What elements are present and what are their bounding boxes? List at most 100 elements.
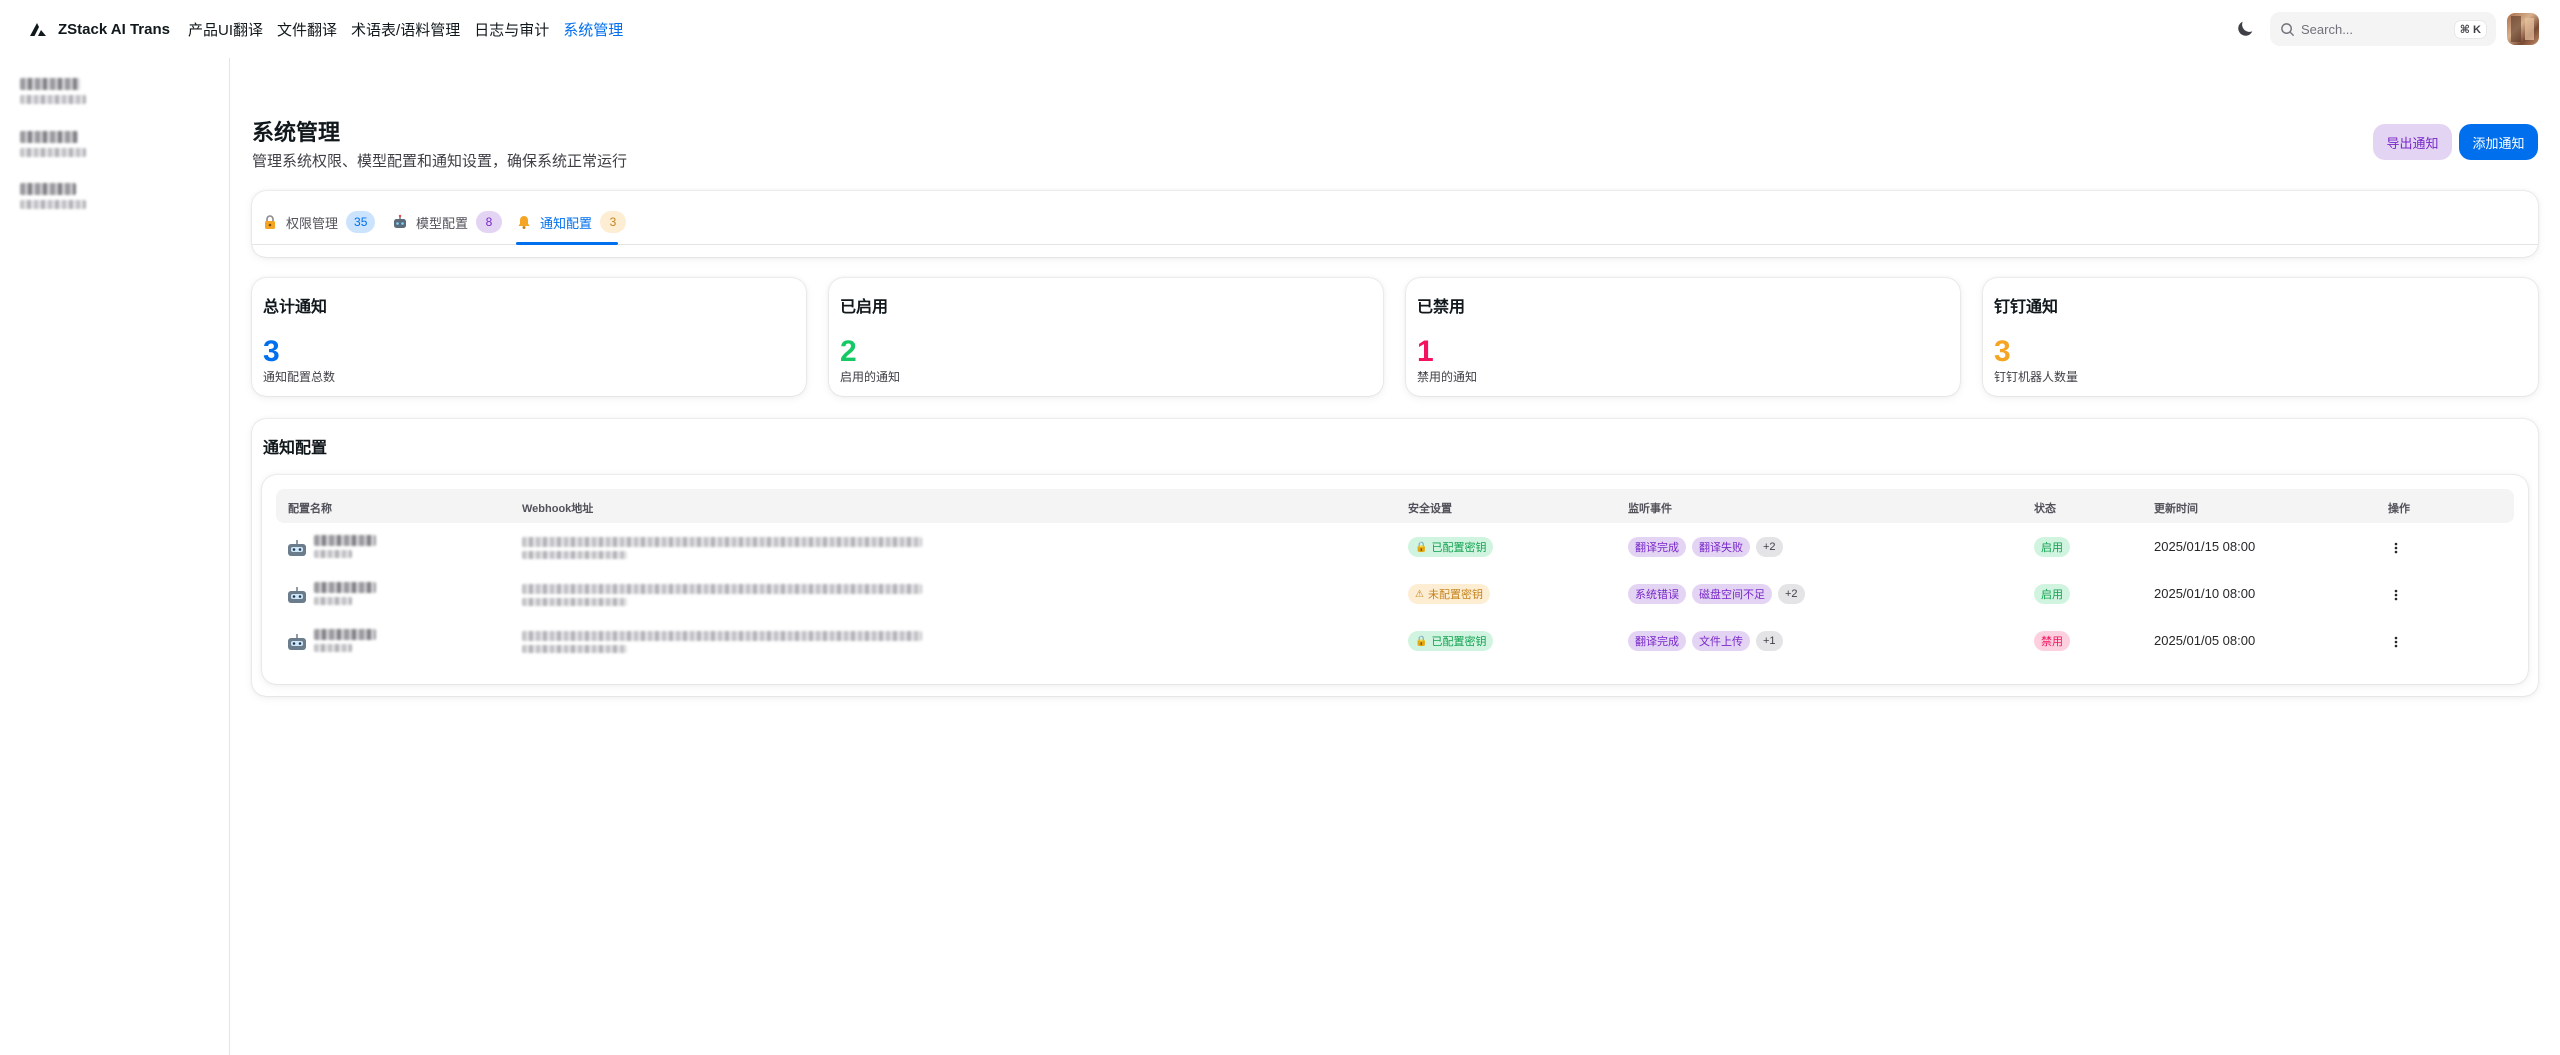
export-button[interactable]: 导出通知 <box>2373 124 2452 160</box>
events-cell: 系统错误 磁盘空间不足 +2 <box>1628 584 1811 604</box>
more-actions-icon[interactable] <box>2384 630 2408 654</box>
status-cell: 启用 <box>2034 584 2076 604</box>
security-label: 已配置密钥 <box>1431 636 1487 648</box>
stat-card-enabled: 已启用 2 启用的通知 <box>829 278 1383 396</box>
table-row[interactable]: 🔒 已配置密钥 翻译完成 文件上传 +1 禁用 2025/01/05 08:00 <box>276 619 2514 665</box>
more-events-badge[interactable]: +1 <box>1756 631 1783 651</box>
status-badge: 启用 <box>2034 537 2070 557</box>
status-cell: 启用 <box>2034 537 2076 557</box>
active-tab-indicator <box>516 242 618 245</box>
nav-item-file-translation[interactable]: 文件翻译 <box>277 19 337 40</box>
notification-table: 配置名称 Webhook地址 安全设置 监听事件 状态 更新时间 操作 🔒 已配… <box>262 475 2528 684</box>
status-cell: 禁用 <box>2034 631 2076 651</box>
nav-item-system-admin[interactable]: 系统管理 <box>563 19 623 40</box>
column-header[interactable]: 状态 <box>2034 500 2056 516</box>
column-header[interactable]: 监听事件 <box>1628 500 1672 516</box>
table-header: 配置名称 Webhook地址 安全设置 监听事件 状态 更新时间 操作 <box>276 489 2514 523</box>
nav-item-ui-translation[interactable]: 产品UI翻译 <box>188 19 263 40</box>
search-shortcut: ⌘ K <box>2454 20 2486 38</box>
stat-value: 3 <box>263 335 280 368</box>
webhook-url-redacted <box>522 584 922 606</box>
notification-config-card: 通知配置 配置名称 Webhook地址 安全设置 监听事件 状态 更新时间 操作 <box>252 419 2538 696</box>
stat-card-total: 总计通知 3 通知配置总数 <box>252 278 806 396</box>
config-name-redacted <box>314 535 376 558</box>
security-badge: ⚠ 未配置密钥 <box>1408 584 1490 604</box>
events-cell: 翻译完成 文件上传 +1 <box>1628 631 1789 651</box>
stat-value: 1 <box>1417 335 1434 368</box>
event-tag: 磁盘空间不足 <box>1692 584 1772 604</box>
stat-value: 3 <box>1994 335 2011 368</box>
status-badge: 启用 <box>2034 584 2070 604</box>
more-actions-icon[interactable] <box>2384 536 2408 560</box>
stat-label: 启用的通知 <box>840 370 901 384</box>
stat-title: 已禁用 <box>1417 299 1466 316</box>
logo-icon <box>30 23 46 36</box>
updated-time: 2025/01/05 08:00 <box>2154 633 2256 648</box>
robot-icon <box>288 587 306 603</box>
tab-count-badge: 8 <box>476 211 503 233</box>
status-badge: 禁用 <box>2034 631 2070 651</box>
sidebar-item[interactable] <box>20 131 90 165</box>
more-events-badge[interactable]: +2 <box>1778 584 1805 604</box>
stat-title: 已启用 <box>840 299 889 316</box>
security-badge: 🔒 已配置密钥 <box>1408 537 1494 557</box>
robot-icon <box>288 540 306 556</box>
events-cell: 翻译完成 翻译失败 +2 <box>1628 537 1789 557</box>
config-name-redacted <box>314 629 376 652</box>
column-header[interactable]: 更新时间 <box>2154 500 2198 516</box>
stat-title: 总计通知 <box>263 299 328 316</box>
event-tag: 翻译完成 <box>1628 631 1686 651</box>
page-title: 系统管理 <box>252 120 341 145</box>
brand[interactable]: ZStack AI Trans <box>28 19 170 39</box>
stat-card-dingtalk: 钉钉通知 3 钉钉机器人数量 <box>1983 278 2538 396</box>
tab-count-badge: 35 <box>346 211 376 233</box>
tab-label: 模型配置 <box>416 215 469 231</box>
more-actions-icon[interactable] <box>2384 583 2408 607</box>
event-tag: 系统错误 <box>1628 584 1686 604</box>
lock-icon: 🔒 <box>1415 541 1428 553</box>
tab-permissions[interactable]: 权限管理 35 <box>262 209 376 235</box>
stat-card-disabled: 已禁用 1 禁用的通知 <box>1406 278 1960 396</box>
main-nav: 产品UI翻译 文件翻译 术语表/语料管理 日志与审计 系统管理 <box>188 19 637 40</box>
event-tag: 翻译完成 <box>1628 537 1686 557</box>
add-notification-button[interactable]: 添加通知 <box>2459 124 2538 160</box>
tabs-card: 权限管理 35 模型配置 8 通知配置 3 <box>252 191 2538 257</box>
config-name-redacted <box>314 582 376 605</box>
column-header[interactable]: Webhook地址 <box>522 500 593 516</box>
lock-key-icon <box>265 215 275 229</box>
nav-item-glossary[interactable]: 术语表/语料管理 <box>351 19 460 40</box>
search-input[interactable] <box>2301 21 2451 37</box>
search-box[interactable]: ⌘ K <box>2270 12 2496 46</box>
table-row[interactable]: 🔒 已配置密钥 翻译完成 翻译失败 +2 启用 2025/01/15 08:00 <box>276 525 2514 571</box>
moon-icon[interactable] <box>2234 18 2256 40</box>
sidebar-item[interactable] <box>20 183 90 217</box>
security-setting: ⚠ 未配置密钥 <box>1408 584 1496 604</box>
avatar[interactable] <box>2507 13 2539 45</box>
stat-label: 钉钉机器人数量 <box>1994 370 2079 384</box>
more-events-badge[interactable]: +2 <box>1756 537 1783 557</box>
column-header[interactable]: 配置名称 <box>288 500 332 516</box>
tab-notification-config[interactable]: 通知配置 3 <box>516 209 627 235</box>
security-label: 已配置密钥 <box>1431 542 1487 554</box>
table-row[interactable]: ⚠ 未配置密钥 系统错误 磁盘空间不足 +2 启用 2025/01/10 08:00 <box>276 572 2514 618</box>
event-tag: 翻译失败 <box>1692 537 1750 557</box>
tab-count-badge: 3 <box>600 211 627 233</box>
bell-icon <box>518 216 530 229</box>
stat-label: 禁用的通知 <box>1417 370 1478 384</box>
top-navbar: ZStack AI Trans 产品UI翻译 文件翻译 术语表/语料管理 日志与… <box>0 0 2560 58</box>
page-description: 管理系统权限、模型配置和通知设置，确保系统正常运行 <box>252 153 628 170</box>
event-tag: 文件上传 <box>1692 631 1750 651</box>
updated-time: 2025/01/10 08:00 <box>2154 586 2256 601</box>
robot-icon <box>288 634 306 650</box>
robot-icon <box>394 214 406 228</box>
stat-title: 钉钉通知 <box>1994 299 2059 316</box>
tab-model-config[interactable]: 模型配置 8 <box>392 209 503 235</box>
security-setting: 🔒 已配置密钥 <box>1408 631 1499 651</box>
stat-label: 通知配置总数 <box>263 370 336 384</box>
column-header[interactable]: 安全设置 <box>1408 500 1452 516</box>
warning-icon: ⚠ <box>1415 588 1424 600</box>
brand-name: ZStack AI Trans <box>58 20 170 38</box>
tab-label: 权限管理 <box>286 215 339 231</box>
nav-item-logs-audit[interactable]: 日志与审计 <box>474 19 549 40</box>
sidebar-item[interactable] <box>20 78 90 112</box>
